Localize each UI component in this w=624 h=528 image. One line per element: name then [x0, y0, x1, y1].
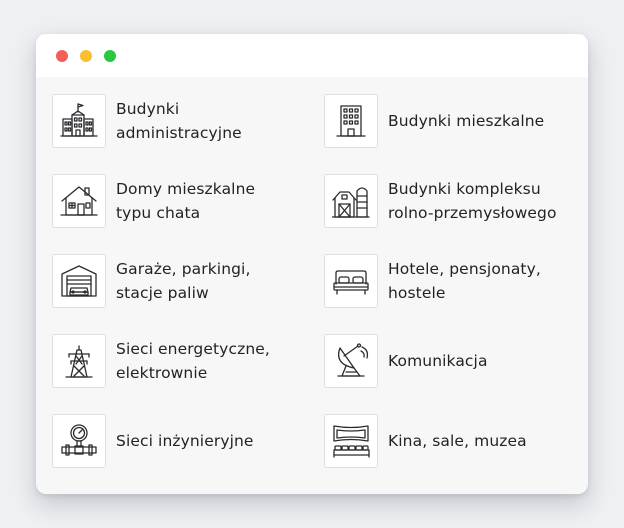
close-window-button[interactable]: [56, 50, 68, 62]
category-administrative-buildings[interactable]: Budynki administracyjne: [52, 94, 312, 152]
garage-icon: [52, 254, 106, 308]
category-communication[interactable]: Komunikacja: [324, 334, 584, 392]
category-label-text: Budynki kompleksu rolno-przemysłowego: [388, 180, 557, 222]
category-label-text: Domy mieszkalne typu chata: [116, 180, 256, 222]
category-engineering-networks[interactable]: Sieci inżynieryjne: [52, 414, 312, 472]
category-label-text: Hotele, pensjonaty, hostele: [388, 260, 541, 302]
bed-icon: [324, 254, 378, 308]
house-icon: [52, 174, 106, 228]
category-label: Budynki kompleksu rolno-przemysłowego: [388, 174, 588, 228]
category-label: Domy mieszkalne typu chata: [116, 174, 316, 228]
cinema-hall-icon: [324, 414, 378, 468]
category-label: Garaże, parkingi, stacje paliw: [116, 254, 316, 308]
administrative-building-icon: [52, 94, 106, 148]
category-label: Hotele, pensjonaty, hostele: [388, 254, 588, 308]
category-label-text: Budynki administracyjne: [116, 100, 242, 142]
category-label-text: Kina, sale, muzea: [388, 432, 527, 450]
category-hotels[interactable]: Hotele, pensjonaty, hostele: [324, 254, 584, 312]
category-garages[interactable]: Garaże, parkingi, stacje paliw: [52, 254, 312, 312]
category-label-text: Sieci energetyczne, elektrownie: [116, 340, 270, 382]
category-residential-buildings[interactable]: Budynki mieszkalne: [324, 94, 584, 152]
category-power-networks[interactable]: Sieci energetyczne, elektrownie: [52, 334, 312, 392]
window-titlebar: [36, 34, 588, 77]
category-label: Budynki mieszkalne: [388, 94, 588, 148]
category-label: Kina, sale, muzea: [388, 414, 588, 468]
category-cinemas-museums[interactable]: Kina, sale, muzea: [324, 414, 584, 472]
category-label: Budynki administracyjne: [116, 94, 316, 148]
minimize-window-button[interactable]: [80, 50, 92, 62]
barn-silo-icon: [324, 174, 378, 228]
category-agro-industrial[interactable]: Budynki kompleksu rolno-przemysłowego: [324, 174, 584, 232]
category-label: Komunikacja: [388, 334, 588, 388]
maximize-window-button[interactable]: [104, 50, 116, 62]
power-pylon-icon: [52, 334, 106, 388]
category-label: Sieci inżynieryjne: [116, 414, 316, 468]
category-label-text: Komunikacja: [388, 352, 488, 370]
pipe-gauge-icon: [52, 414, 106, 468]
category-label-text: Budynki mieszkalne: [388, 112, 545, 130]
apartment-building-icon: [324, 94, 378, 148]
category-cottage-houses[interactable]: Domy mieszkalne typu chata: [52, 174, 312, 232]
category-label-text: Garaże, parkingi, stacje paliw: [116, 260, 251, 302]
category-label-text: Sieci inżynieryjne: [116, 432, 254, 450]
app-window: Budynki administracyjne Domy mieszkalne …: [36, 34, 588, 494]
satellite-dish-icon: [324, 334, 378, 388]
category-label: Sieci energetyczne, elektrownie: [116, 334, 316, 388]
